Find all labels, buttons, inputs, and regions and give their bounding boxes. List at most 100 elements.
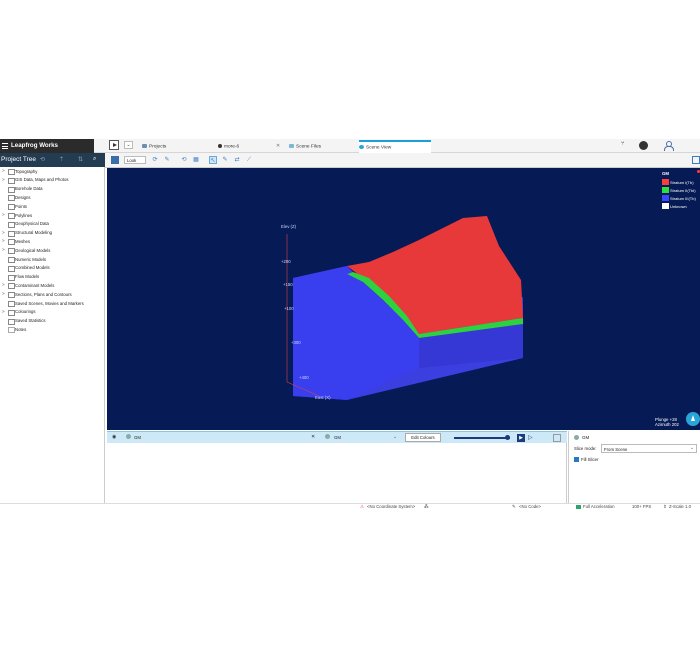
history-icon[interactable]: ⟲ <box>40 156 47 163</box>
expand-icon[interactable]: > <box>2 168 5 173</box>
folder-icon <box>8 265 15 272</box>
tab-more[interactable]: more-6 <box>218 140 284 153</box>
scene-viewport[interactable]: Elev (Z) +200 +150 +100 +300 +400 East (… <box>107 168 700 430</box>
folder-icon <box>8 177 15 184</box>
tree-item[interactable]: > Contaminant Models <box>0 281 105 290</box>
play-icon[interactable]: ▶ <box>517 434 525 442</box>
tree-item[interactable]: > Topography <box>0 167 105 176</box>
shape-item-label[interactable]: GM <box>334 435 341 440</box>
step-icon[interactable]: ▷ <box>528 434 533 441</box>
tab-projects[interactable]: Projects <box>142 140 200 153</box>
close-icon[interactable]: ✕ <box>276 143 280 149</box>
search-icon[interactable]: ⌕ <box>93 156 100 163</box>
fill-slicer-checkbox[interactable] <box>574 457 579 462</box>
legend-label: Stratum I(Tb) <box>670 179 694 185</box>
grid-icon[interactable]: ▦ <box>192 156 200 164</box>
expand-icon[interactable]: > <box>2 247 5 252</box>
chevron-down-icon[interactable]: ⌄ <box>124 141 133 149</box>
up-icon[interactable]: ⇡ <box>59 156 66 163</box>
tree-item[interactable]: Numeric Models <box>0 255 105 264</box>
legend-label: Stratum III(Tb) <box>670 195 696 201</box>
draw-icon[interactable]: ✎ <box>221 156 229 164</box>
shape-item-label[interactable]: GM <box>134 435 141 440</box>
edit-colours-button[interactable]: Edit Colours <box>405 433 441 442</box>
pencil-icon[interactable]: ✎ <box>163 156 171 164</box>
tree-item[interactable]: > Meshes <box>0 237 105 246</box>
tree-item-label: Borehole Data <box>15 186 43 192</box>
tree-item[interactable]: Points <box>0 202 105 211</box>
tree-item[interactable]: Combined Models <box>0 264 105 273</box>
tree-item-label: Structural Modeling <box>15 230 53 236</box>
hamburger-menu-icon[interactable] <box>2 143 8 151</box>
panel-toggle-icon[interactable] <box>692 156 700 164</box>
tree-item[interactable]: > Colourings <box>0 308 105 317</box>
tree-item[interactable]: Flow Models <box>0 273 105 282</box>
folder-icon <box>8 169 15 175</box>
select-arrow-icon[interactable]: ↖ <box>209 156 217 164</box>
tree-item[interactable]: Designs <box>0 193 105 202</box>
tree-item[interactable]: Saved Scenes, Movies and Markers <box>0 299 105 308</box>
tree-item[interactable]: Saved Statistics <box>0 317 105 326</box>
expand-icon[interactable]: > <box>2 177 5 182</box>
folder-icon <box>8 204 15 211</box>
orientation-readout: Plunge +28 Azimuth 202 <box>655 417 679 427</box>
tree-item[interactable]: > Geological Models <box>0 246 105 255</box>
expand-icon[interactable]: > <box>2 230 5 235</box>
chevron-down-icon[interactable]: ⌄ <box>393 434 397 440</box>
tab-label: Projects <box>149 144 167 150</box>
model-icon <box>574 435 579 440</box>
east-axis-label: East (X) <box>315 395 331 400</box>
code-status[interactable]: <No Code> <box>519 504 541 509</box>
shape-list <box>107 443 567 503</box>
scene-files-icon <box>289 144 294 148</box>
leapfrog-icon <box>218 144 222 148</box>
tree-item-label: Polylines <box>15 212 33 218</box>
pin-icon: ⁂ <box>424 504 429 509</box>
zscale-status[interactable]: Z-Scale 1.0 <box>669 504 691 509</box>
scene-view-toggle-icon[interactable] <box>111 156 119 164</box>
project-tree-title: Project Tree <box>1 156 37 163</box>
slice-mode-dropdown[interactable]: From Scene ⌄ <box>601 444 697 453</box>
app-brand[interactable]: Leapfrog Works <box>0 139 94 153</box>
compass-icon[interactable] <box>686 412 700 426</box>
tree-item[interactable]: Notes <box>0 325 105 334</box>
user-icon[interactable] <box>664 141 674 151</box>
z-tick-label: +300 <box>291 340 301 345</box>
tree-item[interactable]: Geophysical Data <box>0 220 105 229</box>
grid-toggle-icon[interactable] <box>553 434 561 442</box>
tree-item[interactable]: Borehole Data <box>0 185 105 194</box>
coordinate-system-status[interactable]: <No Coordinate System> <box>367 504 415 509</box>
arrows-icon[interactable]: ⇅ <box>78 156 85 163</box>
tree-item-label: Meshes <box>15 238 31 244</box>
tree-item-label: Designs <box>15 194 31 200</box>
look-dropdown[interactable]: Look <box>124 156 146 164</box>
opacity-slider[interactable] <box>454 437 510 439</box>
leapfrog-logo-icon[interactable] <box>639 141 648 150</box>
eye-icon[interactable]: ◉ <box>112 434 116 440</box>
expand-icon[interactable]: > <box>2 238 5 243</box>
branch-icon[interactable]: ⑂ <box>621 141 629 150</box>
expand-icon[interactable]: > <box>2 282 5 287</box>
expand-icon[interactable]: > <box>2 291 5 296</box>
edit-colours-label: Edit Colours <box>411 435 435 440</box>
swap-icon[interactable]: ⇄ <box>233 156 241 164</box>
tree-item[interactable]: > GIS Data, Maps and Photos <box>0 176 105 185</box>
app-title: Leapfrog Works <box>11 142 58 149</box>
play-icon[interactable] <box>109 140 119 150</box>
tree-item[interactable]: > Structural Modeling <box>0 229 105 238</box>
tree-item-label: Combined Models <box>15 265 50 271</box>
refresh-icon[interactable]: ⟲ <box>180 156 188 164</box>
tree-item-label: Flow Models <box>15 274 40 280</box>
tree-item[interactable]: > Polylines <box>0 211 105 220</box>
tab-scene-view[interactable]: Scene View <box>359 140 431 153</box>
tab-scene-files[interactable]: Scene Files <box>289 140 353 153</box>
expand-icon[interactable]: > <box>2 309 5 314</box>
rotate-icon[interactable]: ⟳ <box>151 156 159 164</box>
folder-icon <box>8 195 15 202</box>
ruler-icon[interactable]: ⟋ <box>245 156 253 164</box>
tree-item-label: Topography <box>15 168 38 174</box>
close-icon[interactable]: ✕ <box>311 434 315 440</box>
tree-item[interactable]: > Sections, Plans and Contours <box>0 290 105 299</box>
opacity-slider-handle[interactable] <box>505 435 510 440</box>
expand-icon[interactable]: > <box>2 212 5 217</box>
